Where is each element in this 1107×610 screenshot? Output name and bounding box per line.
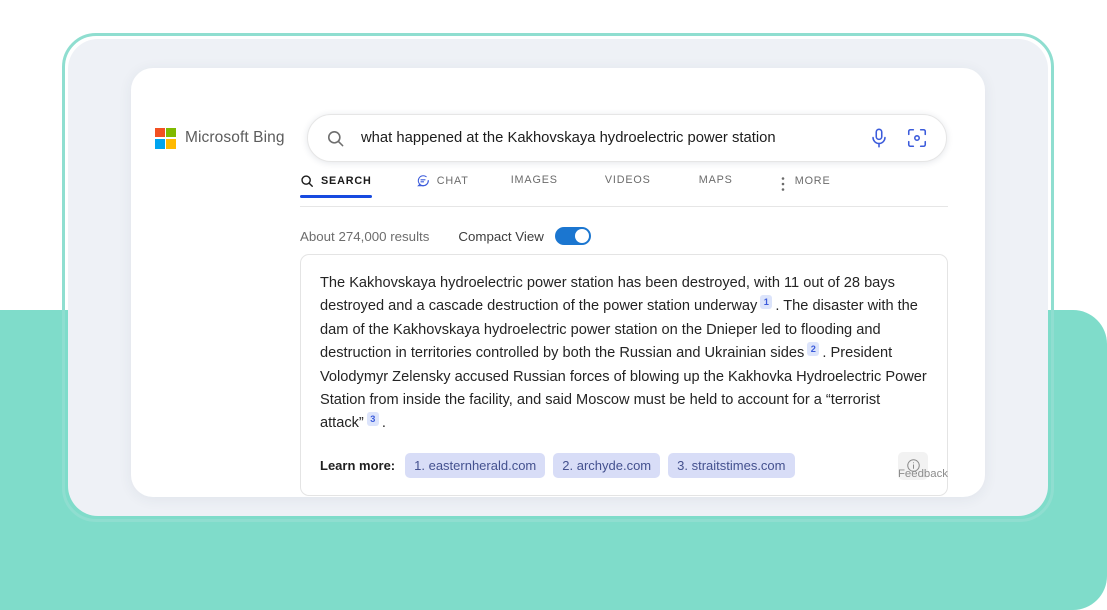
tab-videos[interactable]: VIDEOS (605, 174, 651, 196)
toggle-knob (574, 229, 589, 243)
results-meta-row: About 274,000 results Compact View (300, 225, 591, 247)
tab-label: IMAGES (510, 174, 558, 186)
tab-chat[interactable]: CHAT (416, 174, 469, 198)
results-count: About 274,000 results (300, 228, 430, 244)
brand-label: Microsoft Bing (185, 129, 285, 146)
kebab-menu-icon (778, 174, 788, 191)
tab-search[interactable]: SEARCH (300, 174, 372, 198)
search-input[interactable]: what happened at the Kakhovskaya hydroel… (361, 130, 854, 146)
compact-view-label: Compact View (458, 228, 544, 244)
tab-label: MAPS (698, 174, 733, 186)
tab-more[interactable]: MORE (778, 174, 831, 198)
citation-2[interactable]: 2 (807, 342, 820, 357)
feedback-link[interactable]: Feedback (300, 468, 948, 480)
tab-label: MORE (794, 175, 831, 187)
answer-card: The Kakhovskaya hydroelectric power stat… (300, 254, 948, 496)
microsoft-logo-icon (155, 127, 176, 149)
search-icon (326, 129, 345, 148)
citation-1[interactable]: 1 (760, 295, 773, 310)
header-row: Microsoft Bing what happened at the Kakh… (131, 110, 985, 166)
tab-label: CHAT (436, 175, 469, 187)
visual-search-camera-icon[interactable] (906, 127, 928, 149)
search-box[interactable]: what happened at the Kakhovskaya hydroel… (307, 114, 947, 162)
compact-view-toggle[interactable] (554, 227, 591, 245)
search-icon (300, 174, 314, 188)
chat-bubble-icon (416, 174, 430, 188)
tab-label: VIDEOS (604, 174, 651, 186)
tab-label: SEARCH (321, 175, 372, 187)
tab-images[interactable]: IMAGES (511, 174, 558, 196)
tab-maps[interactable]: MAPS (699, 174, 733, 196)
citation-3[interactable]: 3 (366, 412, 379, 427)
microphone-icon[interactable] (868, 127, 890, 149)
bing-search-card: Microsoft Bing what happened at the Kakh… (131, 68, 985, 497)
answer-text: The Kakhovskaya hydroelectric power stat… (320, 272, 928, 436)
bing-brand[interactable]: Microsoft Bing (155, 127, 307, 149)
nav-divider (300, 206, 948, 207)
answer-part-4: . (381, 415, 386, 432)
nav-tabs: SEARCH CHAT IMAGES VIDEOS MAPS MORE (300, 174, 948, 206)
